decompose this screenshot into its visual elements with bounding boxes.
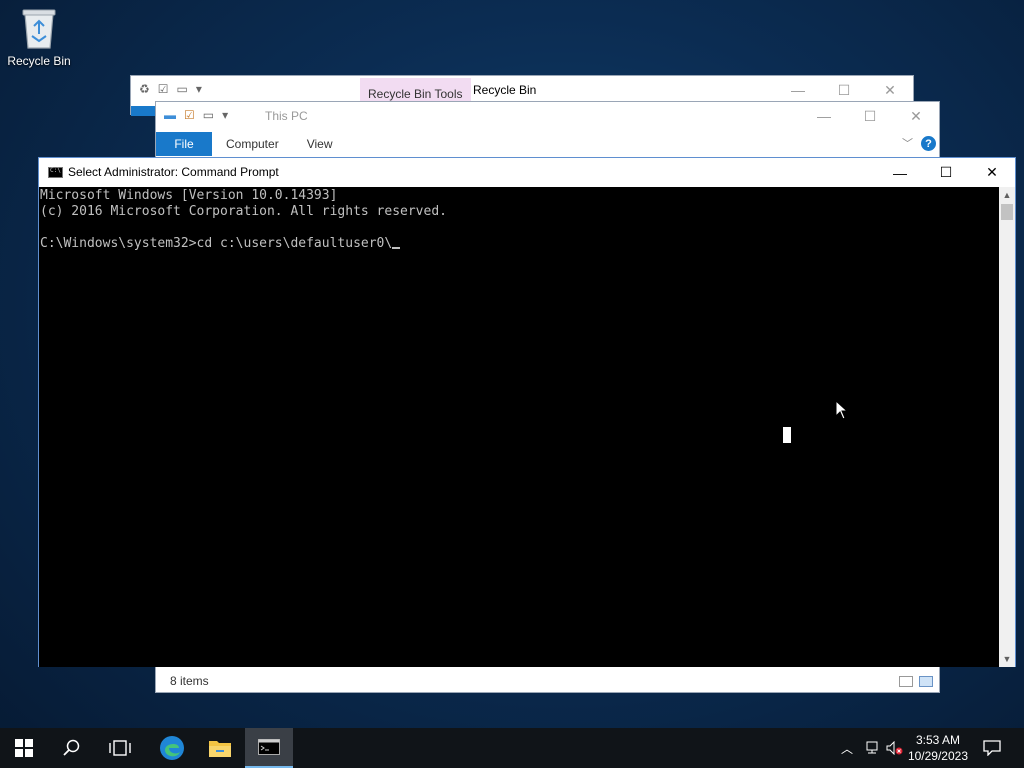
windows-logo-icon xyxy=(15,739,33,757)
console-line: Microsoft Windows [Version 10.0.14393] xyxy=(40,188,338,203)
new-folder-icon[interactable]: ▭ xyxy=(177,82,188,96)
window-title: Recycle Bin xyxy=(473,83,537,97)
minimize-button[interactable]: — xyxy=(877,158,923,187)
title-bar[interactable]: Select Administrator: Command Prompt — ☐… xyxy=(39,158,1015,187)
edge-browser-icon xyxy=(160,736,184,760)
properties-icon[interactable]: ☑ xyxy=(158,82,169,96)
tab-computer[interactable]: Computer xyxy=(212,137,293,151)
console-line: (c) 2016 Microsoft Corporation. All righ… xyxy=(40,204,447,219)
recycle-bin-desktop-icon[interactable]: Recycle Bin xyxy=(4,6,74,68)
chevron-up-icon: ︿ xyxy=(840,741,853,756)
recycle-bin-small-icon: ♻ xyxy=(139,82,150,96)
action-center-button[interactable] xyxy=(980,728,1004,768)
quick-access-toolbar: ♻ ☑ ▭ ▾ xyxy=(139,82,202,96)
console-output[interactable]: Microsoft Windows [Version 10.0.14393] (c… xyxy=(39,187,1000,667)
computer-icon: ▬ xyxy=(164,108,176,122)
search-button[interactable] xyxy=(48,728,96,768)
close-button[interactable]: ✕ xyxy=(893,102,939,130)
maximize-button[interactable]: ☐ xyxy=(821,76,867,104)
volume-button[interactable] xyxy=(885,728,905,768)
tab-view[interactable]: View xyxy=(293,137,347,151)
network-button[interactable] xyxy=(862,728,882,768)
command-prompt-window[interactable]: Select Administrator: Command Prompt — ☐… xyxy=(38,157,1016,667)
details-view-icon[interactable] xyxy=(899,676,913,687)
task-view-icon xyxy=(109,740,131,756)
notification-icon xyxy=(983,740,1001,756)
search-icon xyxy=(63,739,80,756)
recycle-bin-icon xyxy=(19,6,59,50)
customize-toolbar-icon[interactable]: ▾ xyxy=(222,108,228,122)
clock-date: 10/29/2023 xyxy=(907,749,968,763)
selection-cursor xyxy=(783,427,791,443)
command-prompt-icon xyxy=(48,167,63,178)
volume-muted-icon xyxy=(886,741,903,755)
maximize-button[interactable]: ☐ xyxy=(847,102,893,130)
properties-icon[interactable]: ☑ xyxy=(184,108,195,122)
view-switcher xyxy=(899,676,933,687)
window-title: Select Administrator: Command Prompt xyxy=(68,165,279,179)
file-explorer-button[interactable] xyxy=(196,728,244,768)
vertical-scrollbar[interactable]: ▲ ▼ xyxy=(999,187,1015,667)
new-folder-icon[interactable]: ▭ xyxy=(203,108,214,122)
customize-toolbar-icon[interactable]: ▾ xyxy=(196,82,202,96)
show-hidden-icons-button[interactable]: ︿ xyxy=(838,728,856,768)
close-button[interactable]: ✕ xyxy=(969,158,1015,187)
edge-button[interactable] xyxy=(148,728,196,768)
console-prompt-line: C:\Windows\system32>cd c:\users\defaultu… xyxy=(40,236,1000,252)
window-title: This PC xyxy=(265,109,308,123)
status-item-count: 8 items xyxy=(170,674,209,688)
console-command: C:\Windows\system32>cd c:\users\defaultu… xyxy=(40,236,393,251)
tab-file[interactable]: File xyxy=(156,132,212,156)
command-prompt-taskbar-icon xyxy=(258,739,280,755)
start-button[interactable] xyxy=(0,728,48,768)
scroll-thumb[interactable] xyxy=(1001,204,1013,220)
ribbon-tabs: File Computer View xyxy=(156,132,939,156)
clock-time: 3:53 AM xyxy=(915,733,960,747)
network-icon xyxy=(866,741,878,754)
large-icons-view-icon[interactable] xyxy=(919,676,933,687)
minimize-button[interactable]: — xyxy=(801,102,847,130)
text-cursor xyxy=(392,247,401,249)
scroll-down-arrow-icon[interactable]: ▼ xyxy=(999,651,1015,667)
task-view-button[interactable] xyxy=(96,728,144,768)
expand-ribbon-chevron-icon[interactable]: ﹀ xyxy=(902,135,913,151)
close-button[interactable]: ✕ xyxy=(867,76,913,104)
help-icon[interactable]: ? xyxy=(921,136,936,151)
taskbar: ︿ 3:53 AM 10/29/2023 xyxy=(0,728,1024,768)
recycle-bin-label: Recycle Bin xyxy=(7,54,71,68)
maximize-button[interactable]: ☐ xyxy=(923,158,969,187)
clock[interactable]: 3:53 AM 10/29/2023 xyxy=(908,732,968,764)
folder-icon xyxy=(209,741,231,757)
file-tab[interactable] xyxy=(131,106,157,116)
mouse-pointer-icon xyxy=(835,400,849,420)
minimize-button[interactable]: — xyxy=(775,76,821,104)
quick-access-toolbar: ▬ ☑ ▭ ▾ xyxy=(164,108,228,122)
scroll-up-arrow-icon[interactable]: ▲ xyxy=(999,187,1015,203)
command-prompt-button[interactable] xyxy=(245,728,293,768)
